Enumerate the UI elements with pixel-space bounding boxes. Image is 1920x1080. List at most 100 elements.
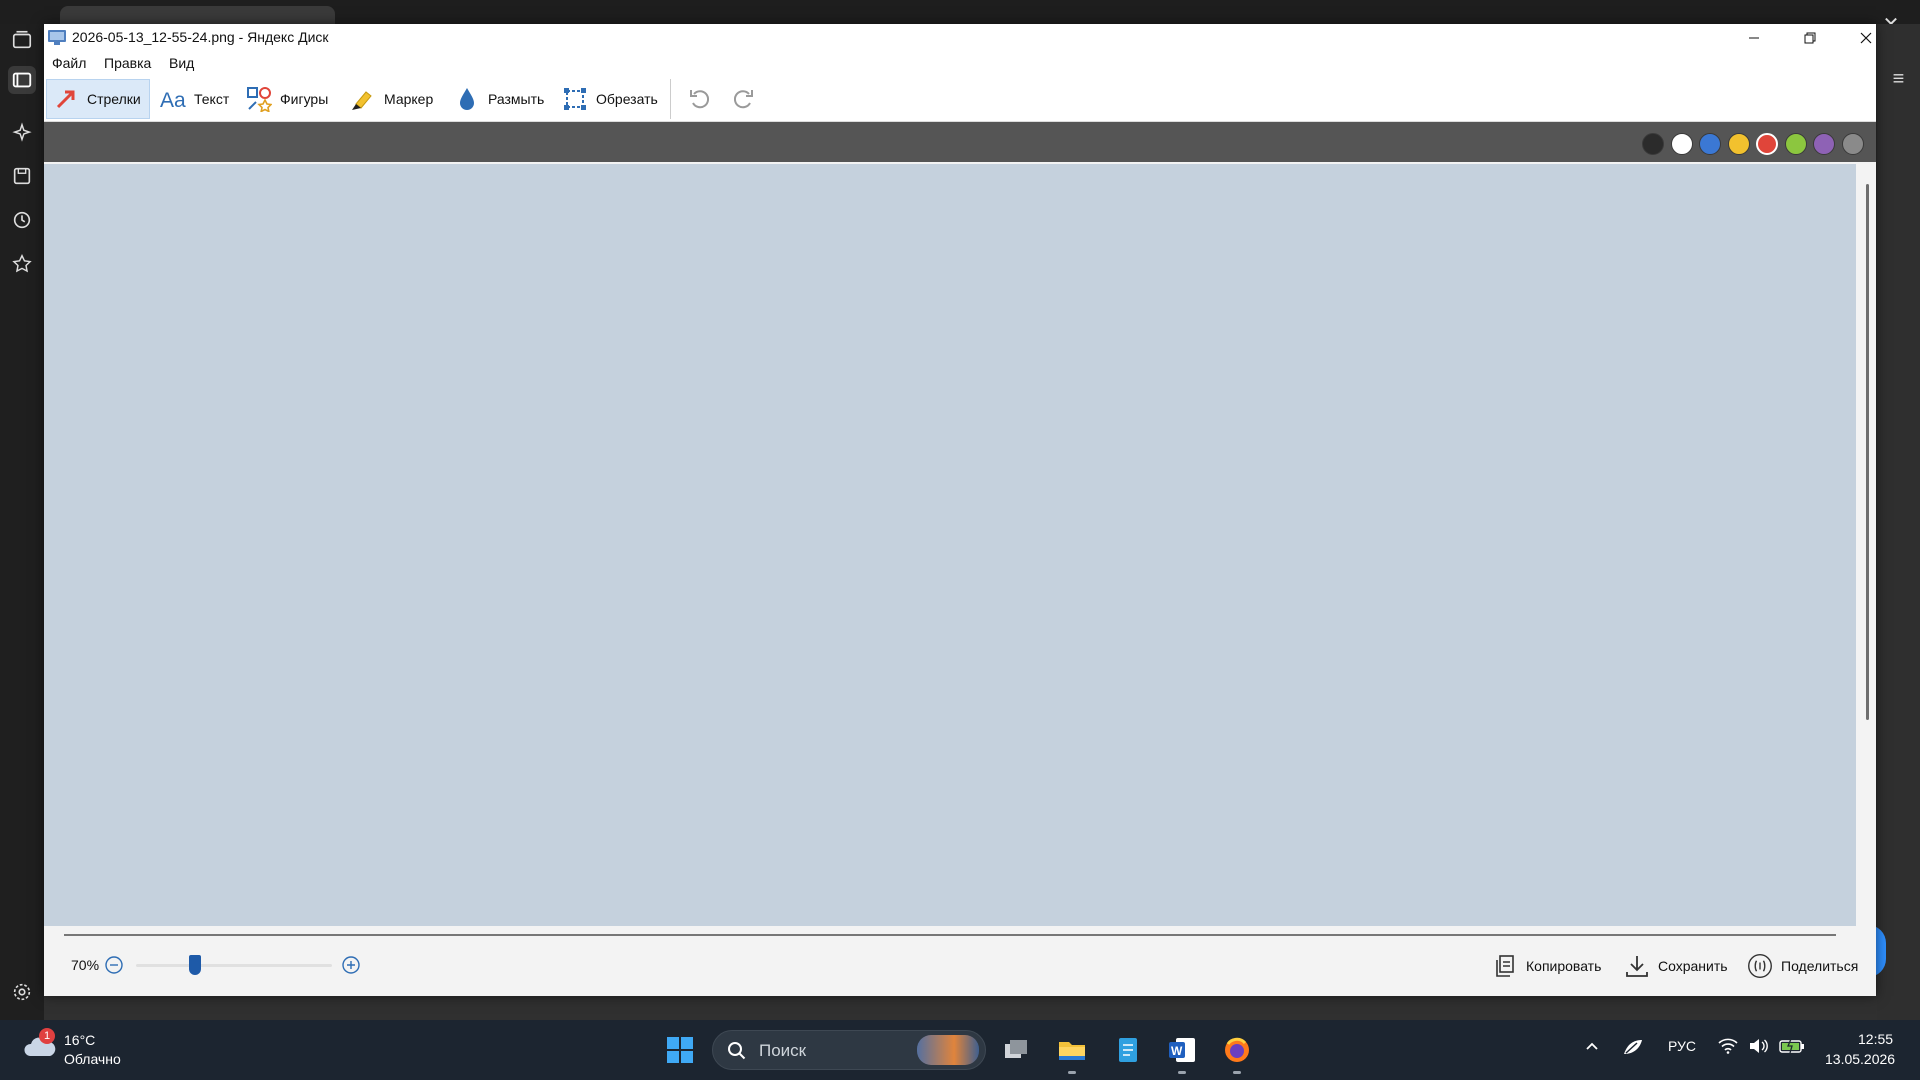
task-view-icon [1005, 1040, 1027, 1058]
restore-icon [1804, 32, 1816, 43]
window-title: 2026-05-13_12-55-24.png - Яндекс Диск [72, 29, 329, 45]
close-icon [1860, 32, 1872, 43]
explorer-running-indicator [1068, 1071, 1076, 1074]
tool-marker[interactable]: Маркер [344, 79, 439, 119]
background-bottom-strip [44, 995, 1877, 1020]
share-button[interactable]: Поделиться [1747, 950, 1858, 982]
save-label: Сохранить [1658, 958, 1728, 974]
background-tab[interactable] [60, 6, 335, 24]
share-label: Поделиться [1781, 958, 1859, 974]
crop-icon [564, 88, 586, 110]
vertical-scrollbar[interactable] [1866, 184, 1869, 720]
weather-temperature[interactable]: 16°C [64, 1032, 95, 1048]
firefox-running-indicator [1233, 1071, 1241, 1074]
tool-blur[interactable]: Размыть [448, 79, 550, 119]
background-right-panel [1877, 24, 1920, 1020]
search-highlight-image [917, 1035, 979, 1065]
window-icon[interactable] [8, 66, 36, 94]
editor-window: 2026-05-13_12-55-24.png - Яндекс Диск Фа… [44, 24, 1876, 996]
tray-app-leaf-icon[interactable] [1622, 1038, 1644, 1059]
redo-button[interactable] [729, 83, 759, 113]
task-view-button[interactable] [998, 1032, 1034, 1068]
tool-shapes[interactable]: Фигуры [240, 79, 334, 119]
svg-text:Aa: Aa [160, 89, 186, 112]
color-swatch-purple[interactable] [1813, 133, 1835, 155]
tray-overflow-chevron-icon[interactable] [1584, 1038, 1600, 1057]
volume-icon[interactable] [1748, 1038, 1768, 1057]
search-icon [728, 1042, 746, 1060]
toolbar-separator [670, 79, 671, 119]
firefox-button[interactable] [1219, 1032, 1255, 1068]
status-bar: 70% Копировать Сохранить Поделиться [44, 940, 1876, 996]
menu-edit[interactable]: Правка [104, 55, 151, 71]
word-icon: W [1169, 1038, 1195, 1062]
save-button[interactable]: Сохранить [1624, 950, 1728, 982]
notepad-icon [1119, 1038, 1137, 1062]
save-disk-icon[interactable] [8, 162, 36, 190]
horizontal-scrollbar[interactable] [64, 934, 1836, 936]
download-icon [1626, 956, 1648, 977]
menu-file[interactable]: Файл [52, 55, 86, 71]
settings-gear-icon[interactable] [8, 978, 36, 1006]
tool-shapes-label: Фигуры [280, 91, 329, 107]
minimize-icon [1749, 37, 1759, 38]
color-swatch-blue[interactable] [1699, 133, 1721, 155]
taskbar-search[interactable]: Поиск [712, 1030, 986, 1070]
restore-button[interactable] [1787, 24, 1833, 51]
minimize-button[interactable] [1731, 24, 1777, 51]
close-button[interactable] [1843, 24, 1889, 51]
weather-notification-badge: 1 [39, 1028, 55, 1044]
clock-date[interactable]: 13.05.2026 [1825, 1051, 1895, 1067]
tool-text[interactable]: Aa Текст [154, 79, 235, 119]
weather-condition[interactable]: Облачно [64, 1051, 121, 1067]
zoom-slider-thumb[interactable] [188, 955, 201, 975]
windows-logo-icon [667, 1037, 693, 1063]
copy-button[interactable]: Копировать [1492, 950, 1601, 982]
copy-icon [1496, 955, 1514, 977]
file-explorer-button[interactable] [1054, 1032, 1090, 1068]
zoom-out-icon[interactable] [105, 956, 123, 974]
color-swatch-red[interactable] [1756, 133, 1778, 155]
zoom-level: 70% [71, 957, 100, 973]
color-swatch-yellow[interactable] [1728, 133, 1750, 155]
marker-icon [352, 91, 372, 110]
toolbar: Стрелки Aa Текст Фигуры Маркер Размыть О… [44, 75, 1876, 122]
background-sidebar [0, 24, 44, 1020]
tool-crop[interactable]: Обрезать [556, 79, 664, 119]
color-swatch-white[interactable] [1671, 133, 1693, 155]
undo-button[interactable] [684, 83, 714, 113]
menu-hamburger-icon[interactable]: ≡ [1877, 64, 1920, 94]
color-swatch-green[interactable] [1785, 133, 1807, 155]
zoom-in-icon[interactable] [342, 956, 360, 974]
tool-blur-label: Размыть [488, 91, 545, 107]
clock-time[interactable]: 12:55 [1858, 1031, 1893, 1047]
history-clock-icon[interactable] [8, 206, 36, 234]
notepad-button[interactable] [1110, 1032, 1146, 1068]
menu-view[interactable]: Вид [169, 55, 194, 71]
arrow-icon [56, 90, 75, 109]
word-button[interactable]: W [1164, 1032, 1200, 1068]
tabs-icon[interactable] [8, 26, 36, 54]
zoom-slider-track[interactable] [136, 964, 332, 967]
tool-arrows[interactable]: Стрелки [46, 79, 150, 119]
color-swatch-black[interactable] [1642, 133, 1664, 155]
redo-icon [733, 90, 753, 109]
wifi-icon[interactable] [1718, 1038, 1738, 1057]
tool-text-label: Текст [194, 91, 230, 107]
sparkle-icon[interactable] [8, 119, 36, 147]
tool-arrows-label: Стрелки [87, 91, 141, 107]
taskbar: 1 16°C Облачно Поиск W РУС 12:55 13.05.2… [0, 1020, 1920, 1080]
battery-charging-icon[interactable] [1779, 1038, 1805, 1057]
image-canvas[interactable] [44, 164, 1856, 926]
word-running-indicator [1178, 1071, 1186, 1074]
tool-marker-label: Маркер [384, 91, 434, 107]
share-icon [1748, 954, 1772, 978]
tool-crop-label: Обрезать [596, 91, 658, 107]
color-swatch-gray[interactable] [1842, 133, 1864, 155]
title-bar: 2026-05-13_12-55-24.png - Яндекс Диск [44, 24, 1876, 51]
folder-icon [1059, 1042, 1085, 1060]
copy-label: Копировать [1526, 958, 1602, 974]
input-language[interactable]: РУС [1668, 1038, 1696, 1054]
favorites-star-icon[interactable] [8, 250, 36, 278]
start-button[interactable] [662, 1032, 698, 1068]
